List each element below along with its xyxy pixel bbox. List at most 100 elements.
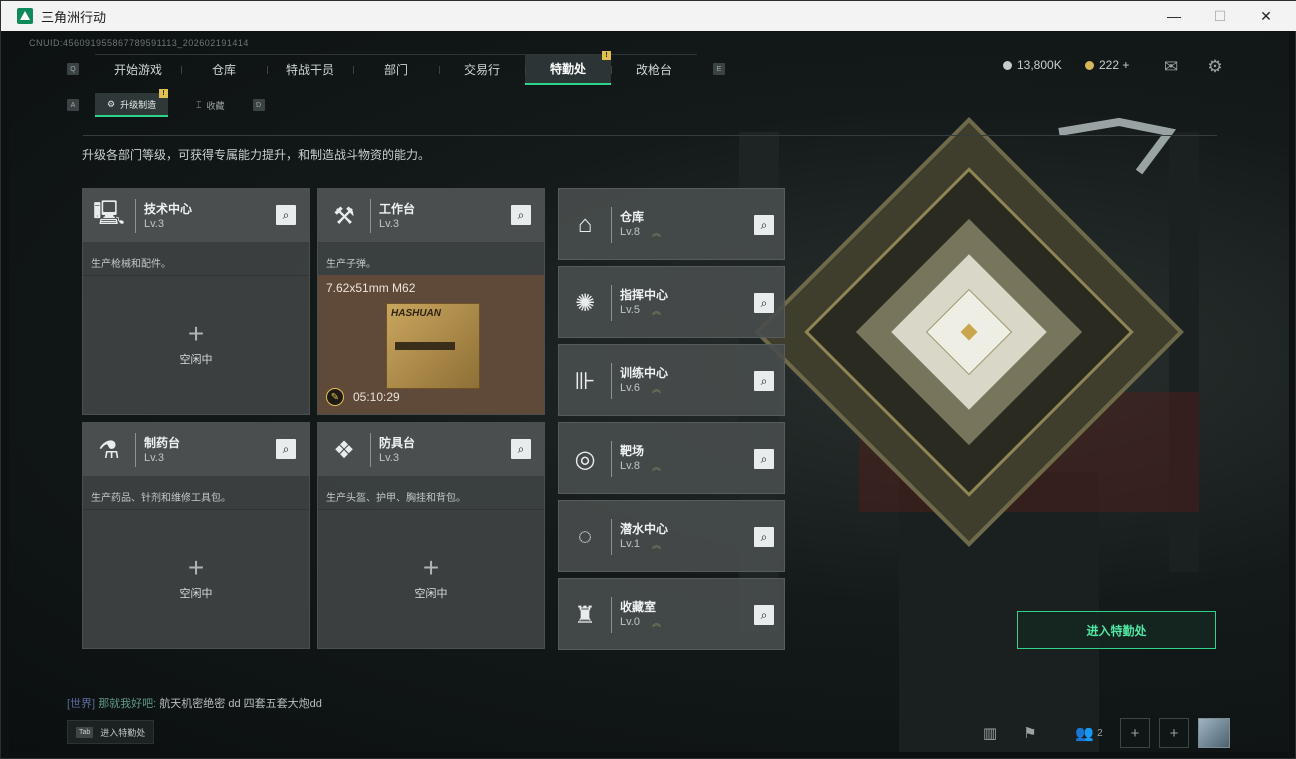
dept-card-warehouse[interactable]: ⌂ 仓库 Lv.8 ︽ ⌕ [558,188,785,260]
idle-slot[interactable]: + 空闲中 [318,509,544,648]
settings-gear-icon[interactable]: ⚙ [1205,57,1225,77]
upgrade-icon: ︽ [652,618,662,628]
nav-left-key: Q [67,63,79,75]
search-icon[interactable]: ⌕ [511,439,531,459]
uid-label: CNUID:456091955867789591113_202602191414 [29,38,249,48]
search-icon[interactable]: ⌕ [276,205,296,225]
dept-card-diving[interactable]: ◌ 潜水中心 Lv.1 ︽ ⌕ [558,500,785,572]
maximize-button[interactable]: ☐ [1197,1,1243,31]
header-divider [611,597,612,633]
cubes-icon: ❖ [333,436,355,464]
dept-card-training[interactable]: ⊪ 训练中心 Lv.6 ︽ ⌕ [558,344,785,416]
background-scene [739,117,1199,752]
plus-icon: + [187,317,205,349]
header-divider [611,207,612,243]
minimize-button[interactable]: — [1151,1,1197,31]
idle-label: 空闲中 [414,587,448,600]
upgrade-icon: ︽ [652,540,662,550]
dumbbell-icon: ⊪ [574,367,596,395]
header-divider [370,199,371,233]
search-icon[interactable]: ⌕ [276,439,296,459]
subtab-upgrade[interactable]: ⚙ 升级制造 ! [95,89,169,117]
gold-currency[interactable]: 222 + [1085,58,1129,72]
silver-currency[interactable]: 13,800K [1003,58,1062,72]
page-description: 升级各部门等级，可获得专属能力提升，和制造战斗物资的能力。 [82,148,431,162]
gold-amount: 222 + [1099,58,1130,72]
computer-icon: 🖳 [92,199,126,227]
stats-icon[interactable]: ▥ [975,718,1005,748]
product-name: 7.62x51mm M62 [326,281,416,295]
tab-hint[interactable]: Tab 进入特勤处 [67,720,155,744]
card-header: ❖ 防具台 Lv.3 ⌕ [318,423,544,477]
upgrade-icon: ︽ [652,384,662,394]
add-slot-button[interactable]: + [1159,718,1189,748]
tab-departments[interactable]: 部门 [353,55,439,85]
search-icon[interactable]: ⌕ [754,293,774,313]
dept-name: 训练中心 [620,366,669,380]
tab-start-game[interactable]: 开始游戏 [95,55,181,85]
goggles-icon: ◌ [577,523,593,550]
tab-trading[interactable]: 交易行 [439,55,525,85]
idle-slot[interactable]: + 空闲中 [83,275,309,414]
add-friend-button[interactable]: + [1120,718,1150,748]
search-icon[interactable]: ⌕ [511,205,531,225]
dept-card-collection-room[interactable]: ♜ 收藏室 Lv.0 ︽ ⌕ [558,578,785,650]
chat-sender: 那就我好吧: [98,698,157,710]
squad-icon: 👥 [1075,725,1095,742]
avatar[interactable] [1198,718,1230,748]
close-button[interactable]: ✕ [1243,1,1289,31]
search-icon[interactable]: ⌕ [754,371,774,391]
dept-level: Lv.3 [379,452,399,464]
game-window: 三角洲行动 — ☐ ✕ CNUID:456091955867789591113_… [0,0,1296,759]
dept-level: Lv.3 [379,218,399,230]
dept-name: 收藏室 [620,600,657,614]
chat-line[interactable]: [世界] 那就我好吧: 航天机密绝密 dd 四套五套大炮dd [67,695,322,711]
squad-count: 2 [1097,727,1103,739]
tab-operators[interactable]: 特战干员 [267,55,353,85]
search-icon[interactable]: ⌕ [754,527,774,547]
enter-special-ops-button[interactable]: 进入特勤处 [1017,611,1216,649]
dept-level: Lv.1 [620,538,640,550]
header-divider [370,433,371,467]
idle-slot[interactable]: + 空闲中 [83,509,309,648]
tab-key: Tab [76,726,94,738]
flag-icon[interactable]: ⚑ [1015,718,1045,748]
header-divider [135,199,136,233]
dept-card-command[interactable]: ✺ 指挥中心 Lv.5 ︽ ⌕ [558,266,785,338]
silver-amount: 13,800K [1017,58,1062,72]
nav-right-key: E [713,63,725,75]
search-icon[interactable]: ⌕ [754,449,774,469]
dept-card-pharmacy[interactable]: ⚗ 制药台 Lv.3 ⌕ 生产药品、针剂和维修工具包。 + 空闲中 [82,422,310,649]
dept-name: 制药台 [144,436,181,450]
trophy-icon: ♜ [574,601,596,629]
subtab-collection-label: 收藏 [206,100,225,111]
dept-level: Lv.0 [620,616,640,628]
tab-special-ops[interactable]: 特勤处 ! [525,50,611,85]
production-slot[interactable]: 7.62x51mm M62 HASHUAN ✎ 05:10:29 [318,275,544,414]
mail-icon[interactable]: ✉ [1161,57,1181,77]
dept-name: 指挥中心 [620,288,669,302]
subtab-upgrade-label: 升级制造 [120,99,157,110]
dept-level: Lv.8 [620,226,640,238]
dept-card-workbench[interactable]: ⚒ 工作台 Lv.3 ⌕ 生产子弹。 7.62x51mm M62 HASHUAN… [317,188,545,415]
header-divider [611,519,612,555]
subtab-collection[interactable]: ⌶ 收藏 [184,93,236,117]
box-label: HASHUAN [391,308,441,319]
tab-warehouse[interactable]: 仓库 [181,55,267,85]
card-header: 🖳 技术中心 Lv.3 ⌕ [83,189,309,243]
search-icon[interactable]: ⌕ [754,605,774,625]
dept-card-armor[interactable]: ❖ 防具台 Lv.3 ⌕ 生产头盔、护甲、胸挂和背包。 + 空闲中 [317,422,545,649]
squad-button[interactable]: 👥 2 [1067,718,1111,748]
main-nav: Q 开始游戏 仓库 特战干员 部门 交易行 特勤处 ! 改枪台 E [67,50,725,85]
search-icon[interactable]: ⌕ [754,215,774,235]
tab-gunsmith[interactable]: 改枪台 [611,55,697,85]
dept-level: Lv.3 [144,452,164,464]
upgrade-icon: ︽ [652,228,662,238]
wrench-icon: ✎ [326,388,344,406]
target-icon: ◎ [574,445,596,473]
card-header: ⚒ 工作台 Lv.3 ⌕ [318,189,544,243]
dept-card-range[interactable]: ◎ 靶场 Lv.8 ︽ ⌕ [558,422,785,494]
dept-card-tech-center[interactable]: 🖳 技术中心 Lv.3 ⌕ 生产枪械和配件。 + 空闲中 [82,188,310,415]
tab-hint-label: 进入特勤处 [100,727,146,738]
header-divider [135,433,136,467]
